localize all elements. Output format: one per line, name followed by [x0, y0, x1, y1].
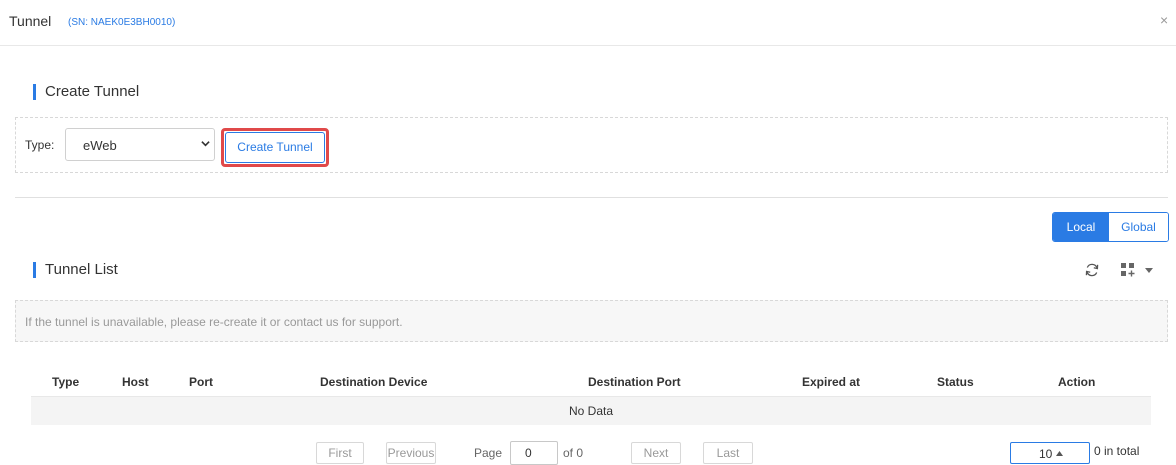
- previous-page-button[interactable]: Previous: [386, 442, 436, 464]
- column-header-destination-port: Destination Port: [588, 375, 681, 389]
- column-header-destination-device: Destination Device: [320, 375, 428, 389]
- tunnel-list-title: Tunnel List: [45, 261, 118, 278]
- caret-down-icon[interactable]: [1145, 268, 1153, 273]
- chevron-down-icon: [201, 141, 210, 147]
- column-header-action: Action: [1058, 375, 1096, 389]
- total-count: 0 in total: [1094, 444, 1140, 458]
- page-label: Page: [474, 446, 503, 460]
- heading-accent-bar: [33, 84, 36, 100]
- column-header-expired-at: Expired at: [802, 375, 861, 389]
- notice-text: If the tunnel is unavailable, please re-…: [25, 315, 403, 329]
- modal-header: Tunnel (SN: NAEK0E3BH0010) ×: [0, 0, 1176, 46]
- tunnel-notice: If the tunnel is unavailable, please re-…: [15, 300, 1168, 342]
- column-settings-icon[interactable]: [1121, 263, 1135, 277]
- create-tunnel-form: Type: eWeb Create Tunnel: [15, 117, 1168, 173]
- type-select-value: eWeb: [83, 138, 117, 153]
- scope-global-button[interactable]: Global: [1109, 213, 1168, 241]
- page-size-value: 10: [1039, 447, 1053, 461]
- last-page-button[interactable]: Last: [703, 442, 753, 464]
- heading-accent-bar: [33, 262, 36, 278]
- create-tunnel-title: Create Tunnel: [45, 83, 140, 100]
- refresh-icon[interactable]: [1084, 262, 1100, 278]
- scope-toggle: Local Global: [1052, 212, 1169, 242]
- close-icon[interactable]: ×: [1160, 12, 1168, 28]
- table-header: Type Host Port Destination Device Destin…: [31, 366, 1151, 397]
- section-divider: [15, 197, 1168, 198]
- column-header-host: Host: [122, 375, 149, 389]
- first-page-button[interactable]: First: [316, 442, 364, 464]
- create-tunnel-button[interactable]: Create Tunnel: [225, 132, 325, 163]
- column-header-port: Port: [189, 375, 213, 389]
- type-select[interactable]: eWeb: [65, 128, 215, 161]
- next-page-button[interactable]: Next: [631, 442, 681, 464]
- serial-number: (SN: NAEK0E3BH0010): [68, 17, 176, 28]
- page-count-label: of 0: [563, 446, 584, 460]
- create-button-highlight: Create Tunnel: [221, 128, 329, 167]
- column-header-type: Type: [52, 375, 80, 389]
- table-empty-row: No Data: [31, 397, 1151, 425]
- scope-local-button[interactable]: Local: [1053, 213, 1109, 241]
- type-label: Type:: [25, 138, 55, 152]
- modal-title: Tunnel: [9, 13, 52, 29]
- page-number-input[interactable]: [510, 441, 558, 465]
- no-data-text: No Data: [568, 404, 614, 418]
- page-size-select[interactable]: 10: [1010, 442, 1090, 464]
- caret-up-icon: [1056, 451, 1063, 456]
- column-header-status: Status: [937, 375, 974, 389]
